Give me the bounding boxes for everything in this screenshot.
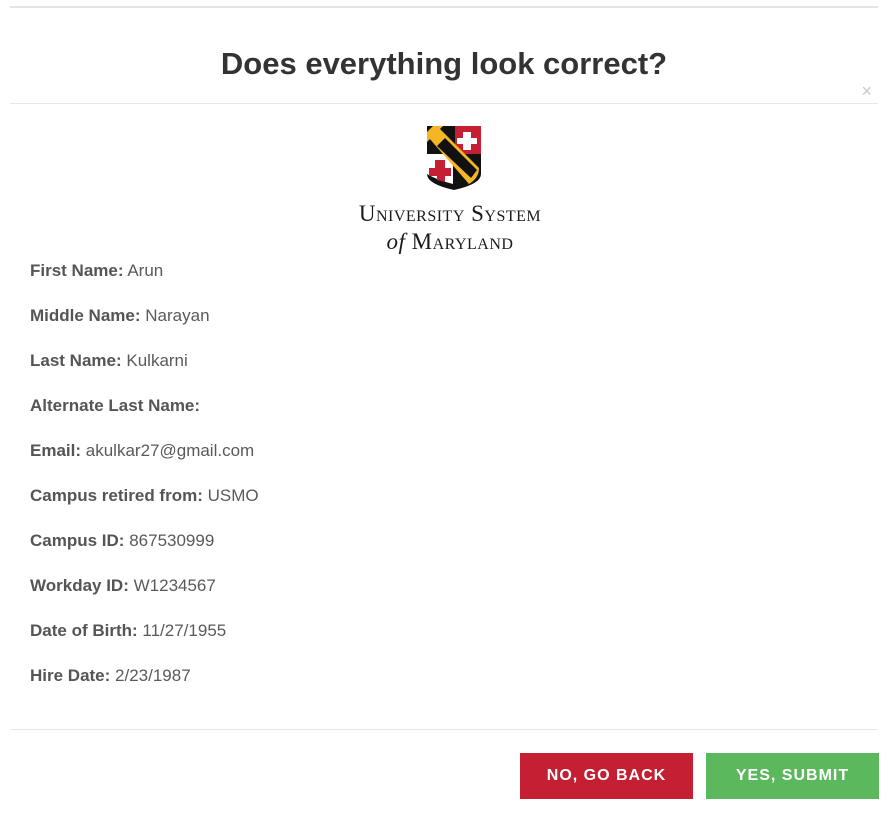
go-back-button[interactable]: NO, GO BACK [520, 753, 693, 799]
field-value: 11/27/1955 [142, 621, 227, 640]
field-label: Campus ID: [30, 531, 125, 550]
field-label: Date of Birth: [30, 621, 138, 640]
field-label: Email: [30, 441, 82, 460]
field-value: W1234567 [133, 576, 216, 595]
submit-button[interactable]: YES, SUBMIT [706, 753, 879, 799]
field-campus-id: Campus ID: 867530999 [30, 529, 630, 574]
field-campus-retired-from: Campus retired from: USMO [30, 484, 630, 529]
field-last-name: Last Name: Kulkarni [30, 349, 630, 394]
field-label: Hire Date: [30, 666, 111, 685]
field-value: 2/23/1987 [115, 666, 191, 685]
field-label: Alternate Last Name: [30, 396, 201, 415]
field-label: Last Name: [30, 351, 122, 370]
field-value: akulkar27@gmail.com [85, 441, 255, 460]
field-workday-id: Workday ID: W1234567 [30, 574, 630, 619]
usm-logo: University System of Maryland [310, 124, 590, 259]
details-list: First Name: Arun Middle Name: Narayan La… [30, 259, 630, 709]
field-label: Middle Name: [30, 306, 141, 325]
footer-divider [10, 729, 878, 730]
maryland-flag-icon [427, 126, 481, 190]
field-first-name: First Name: Arun [30, 259, 630, 304]
close-icon[interactable]: × [861, 82, 872, 100]
field-label: First Name: [30, 261, 124, 280]
top-divider [10, 6, 878, 8]
logo-text-of: of [386, 229, 406, 254]
field-hire-date: Hire Date: 2/23/1987 [30, 664, 630, 709]
field-value: 867530999 [129, 531, 215, 550]
dialog-title: Does everything look correct? [220, 46, 668, 81]
field-value: Arun [127, 261, 164, 280]
confirmation-dialog: Does everything look correct? × Universi… [0, 0, 888, 819]
field-label: Campus retired from: [30, 486, 203, 505]
field-middle-name: Middle Name: Narayan [30, 304, 630, 349]
logo-text-maryland: Maryland [411, 229, 514, 254]
field-email: Email: akulkar27@gmail.com [30, 439, 630, 484]
field-value: USMO [207, 486, 259, 505]
field-date-of-birth: Date of Birth: 11/27/1955 [30, 619, 630, 664]
field-value: Kulkarni [126, 351, 188, 370]
field-label: Workday ID: [30, 576, 129, 595]
field-alternate-last-name: Alternate Last Name: [30, 394, 630, 439]
dialog-header: Does everything look correct? × [10, 10, 878, 104]
logo-text-line2: of Maryland [310, 228, 590, 256]
field-value: Narayan [145, 306, 210, 325]
logo-text-line1: University System [358, 201, 542, 226]
